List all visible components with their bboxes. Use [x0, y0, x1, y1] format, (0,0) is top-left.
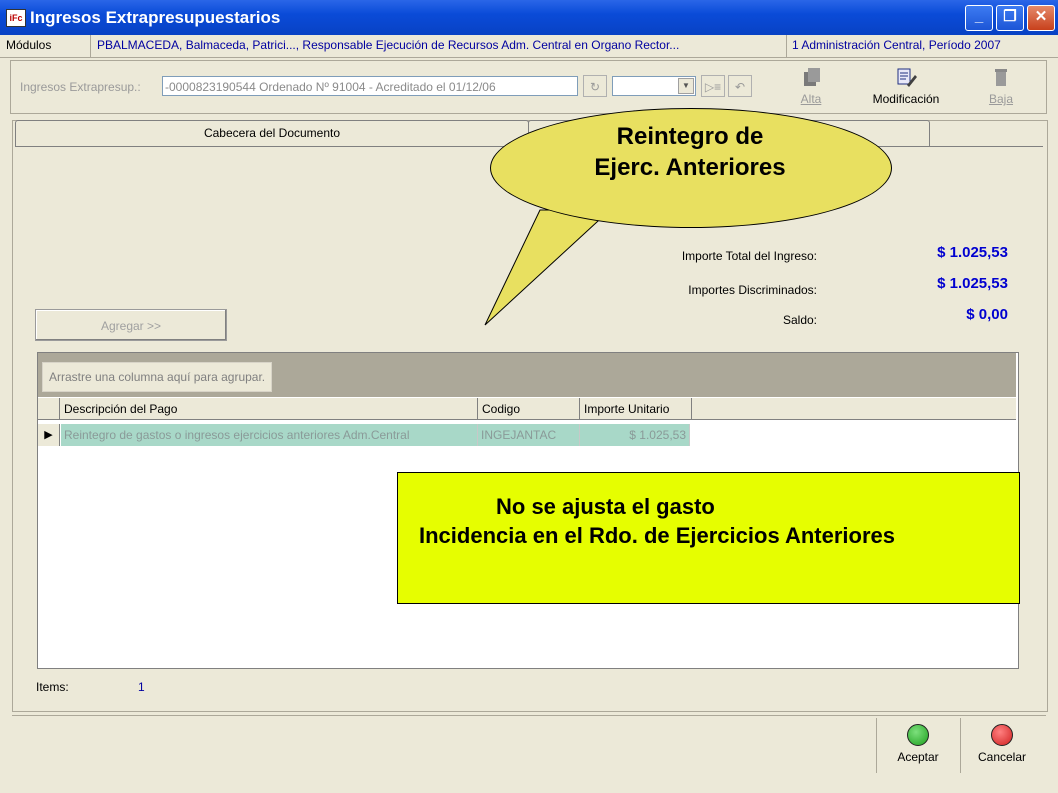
- modificacion-button[interactable]: Modificación: [864, 66, 948, 106]
- items-count: 1: [138, 680, 145, 694]
- cancel-icon: [991, 724, 1013, 746]
- modificacion-label: Modificación: [872, 92, 940, 106]
- callout-text: Reintegro de Ejerc. Anteriores: [545, 121, 835, 183]
- doc-field[interactable]: -0000823190544 Ordenado Nº 91004 - Acred…: [162, 76, 578, 96]
- table-cell[interactable]: Reintegro de gastos o ingresos ejercicio…: [61, 424, 478, 446]
- accept-icon: [907, 724, 929, 746]
- total-value: $ 1.025,53: [937, 244, 1008, 261]
- row-selector-icon[interactable]: ▶: [38, 424, 60, 446]
- baja-label: Baja: [988, 92, 1014, 106]
- divider: [876, 718, 877, 773]
- saldo-value: $ 0,00: [966, 306, 1008, 323]
- column-header-empty: [692, 398, 1016, 420]
- cancel-label: Cancelar: [977, 750, 1027, 764]
- note-line1: No se ajusta el gasto: [496, 494, 715, 519]
- trash-icon: [995, 69, 1007, 86]
- edit-document-icon: [897, 68, 917, 87]
- accept-button[interactable]: Aceptar: [886, 724, 950, 764]
- divider: [960, 718, 961, 773]
- undo-icon[interactable]: ↶: [728, 75, 752, 97]
- title-bar[interactable]: iFc Ingresos Extrapresupuestarios _ ❐ ✕: [0, 0, 1058, 35]
- modules-label[interactable]: Módulos: [6, 38, 51, 52]
- add-button[interactable]: Agregar >>: [35, 309, 227, 341]
- callout-line1: Reintegro de: [616, 123, 764, 150]
- table-cell[interactable]: INGEJANTAC: [478, 424, 580, 446]
- items-label: Items:: [36, 680, 69, 694]
- callout-line2: Ejerc. Anteriores: [594, 154, 786, 181]
- baja-button[interactable]: Baja: [980, 66, 1022, 106]
- cancel-button[interactable]: Cancelar: [970, 724, 1034, 764]
- group-hint: Arrastre una columna aquí para agrupar.: [42, 362, 273, 392]
- close-button[interactable]: ✕: [1027, 5, 1055, 31]
- user-info: PBALMACEDA, Balmaceda, Patrici..., Respo…: [97, 38, 680, 52]
- tab-cabecera[interactable]: Cabecera del Documento: [15, 120, 529, 146]
- modules-bar: Módulos PBALMACEDA, Balmaceda, Patrici..…: [0, 35, 1058, 58]
- alta-label: Alta: [800, 92, 822, 106]
- new-document-icon: [804, 68, 820, 86]
- minimize-button[interactable]: _: [965, 5, 993, 31]
- doc-combo[interactable]: ▼: [612, 76, 696, 96]
- window-title: Ingresos Extrapresupuestarios: [30, 8, 281, 27]
- doc-label: Ingresos Extrapresup.:: [20, 80, 141, 94]
- divider: [90, 35, 91, 57]
- column-header-descripcion[interactable]: Descripción del Pago: [60, 398, 478, 420]
- app-icon: iFc: [6, 9, 26, 27]
- alta-button[interactable]: Alta: [790, 66, 832, 106]
- row-header-corner: [38, 398, 60, 420]
- accept-label: Aceptar: [897, 750, 939, 764]
- context-info: 1 Administración Central, Período 2007: [792, 38, 1001, 52]
- column-header-codigo[interactable]: Codigo: [478, 398, 580, 420]
- chevron-down-icon[interactable]: ▼: [678, 78, 694, 94]
- table-cell[interactable]: $ 1.025,53: [580, 424, 690, 446]
- next-record-icon[interactable]: ▷≡: [701, 75, 725, 97]
- maximize-button[interactable]: ❐: [996, 5, 1024, 31]
- divider: [786, 35, 787, 57]
- refresh-icon[interactable]: ↻: [583, 75, 607, 97]
- note-line2: Incidencia en el Rdo. de Ejercicios Ante…: [419, 523, 896, 548]
- discriminated-value: $ 1.025,53: [937, 275, 1008, 292]
- column-header-importe[interactable]: Importe Unitario: [580, 398, 692, 420]
